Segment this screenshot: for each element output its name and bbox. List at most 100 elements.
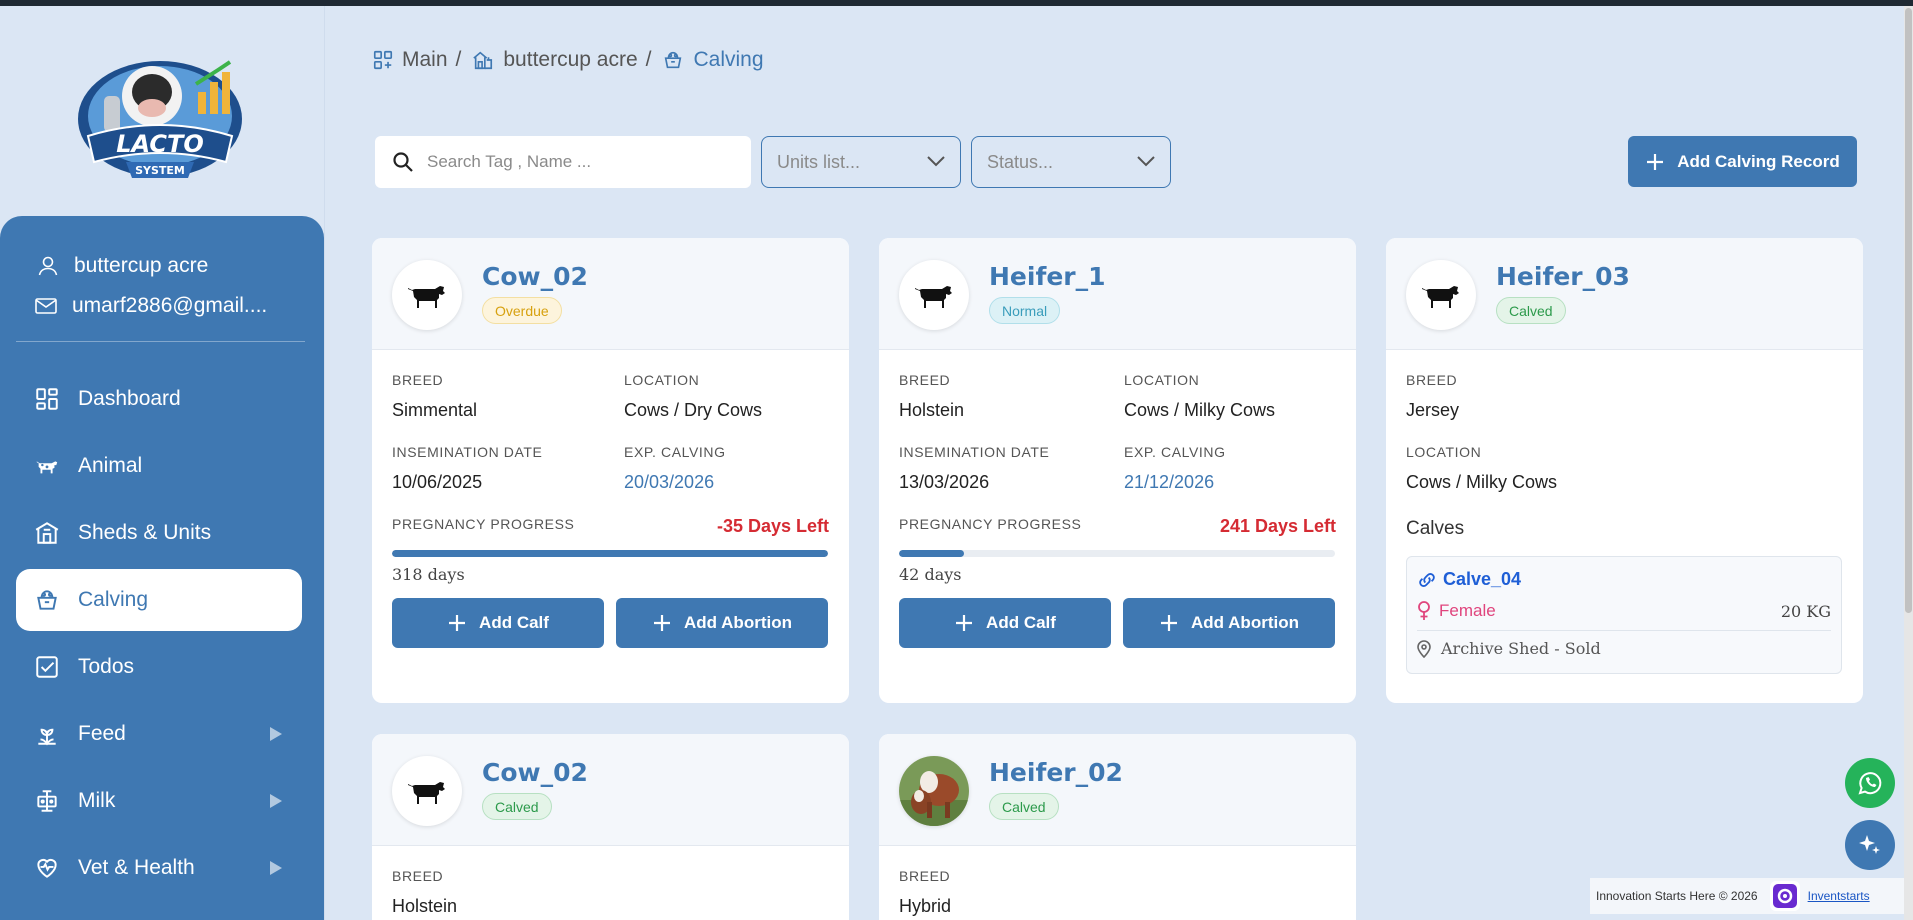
calf-sex-value: Female [1439, 601, 1496, 620]
cow-silhouette-icon [1422, 286, 1459, 308]
insemination-date-label: INSEMINATION DATE [392, 444, 543, 460]
location-value: Cows / Milky Cows [1124, 400, 1276, 420]
breed-value: Hybrid [899, 896, 952, 916]
female-icon [1418, 601, 1430, 620]
sidebar-item-calving[interactable]: Calving [16, 569, 302, 631]
sidebar-item-vet-health[interactable]: Vet & Health [16, 837, 302, 899]
user-divider [16, 341, 305, 342]
breed-label: BREED [899, 372, 951, 388]
cow-silhouette-icon [915, 286, 952, 308]
exp-calving-value: 20/03/2026 [624, 472, 715, 492]
expand-arrow-icon[interactable] [270, 861, 282, 875]
search-box[interactable] [375, 136, 751, 188]
breed-label: BREED [899, 868, 951, 884]
sidebar: LACTO SYSTEM buttercup acre umarf2886@gm… [0, 6, 324, 920]
inventstarts-logo-icon[interactable] [1769, 881, 1800, 911]
add-calf-button[interactable]: Add Calf [392, 598, 604, 648]
ai-assistant-button[interactable] [1845, 820, 1895, 870]
calving-icon [665, 51, 682, 69]
pregnancy-progress-bar [899, 550, 1335, 557]
add-calving-record-button[interactable]: Add Calving Record [1628, 136, 1857, 187]
plus-icon [1161, 615, 1178, 631]
exp-calving-value: 21/12/2026 [1124, 472, 1215, 492]
card-header: Cow_02 Overdue [372, 238, 849, 350]
animal-avatar[interactable] [392, 756, 462, 826]
animal-photo-avatar[interactable] [899, 756, 969, 826]
breed-label: BREED [392, 868, 444, 884]
sidebar-item-label: Feed [78, 722, 126, 745]
card-header: Cow_02 Calved [372, 734, 849, 846]
card-header: Heifer_03 Calved [1386, 238, 1863, 350]
animal-name[interactable]: Heifer_03 [1496, 262, 1630, 291]
days-left: 241 Days Left [1219, 516, 1336, 536]
status-badge: Calved [482, 793, 552, 820]
user-icon [38, 256, 58, 276]
breed-label: BREED [1406, 372, 1458, 388]
breadcrumb-main[interactable]: Main / [372, 48, 471, 72]
search-input[interactable] [427, 152, 727, 172]
animal-avatar[interactable] [899, 260, 969, 330]
animal-avatar[interactable] [392, 260, 462, 330]
days-elapsed: 318 days [392, 565, 465, 584]
exp-calving-label: EXP. CALVING [624, 444, 726, 460]
calf-item: Calve_04 Female 20 KG Archive Shed - Sol… [1406, 556, 1842, 674]
sidebar-item-todos[interactable]: Todos [16, 636, 302, 698]
animal-name[interactable]: Heifer_02 [989, 758, 1123, 787]
sidebar-panel: buttercup acre umarf2886@gmail.... Dashb… [0, 216, 324, 920]
sidebar-item-label: Sheds & Units [78, 521, 212, 544]
user-email-row: umarf2886@gmail.... [34, 294, 267, 318]
animal-avatar[interactable] [1406, 260, 1476, 330]
calf-name: Calve_04 [1443, 569, 1522, 589]
lacto-system-logo[interactable]: LACTO SYSTEM [70, 44, 250, 194]
calf-divider [1417, 630, 1831, 631]
sidebar-item-milk[interactable]: Milk [16, 770, 302, 832]
checkbox-icon [36, 656, 58, 678]
sidebar-item-sheds-units[interactable]: Sheds & Units [16, 502, 302, 564]
exp-calving-label: EXP. CALVING [1124, 444, 1226, 460]
calf-link[interactable]: Calve_04 [1417, 569, 1521, 590]
status-badge: Calved [989, 793, 1059, 820]
sidebar-item-label: Animal [78, 454, 143, 477]
sidebar-separator [324, 6, 325, 920]
feed-icon [38, 728, 56, 746]
card-header: Heifer_02 Calved [879, 734, 1356, 846]
mail-icon [35, 298, 57, 314]
breed-value: Holstein [899, 400, 965, 420]
button-label: Add Abortion [1191, 613, 1299, 632]
breadcrumb-separator: / [645, 48, 652, 71]
sidebar-item-feed[interactable]: Feed [16, 703, 302, 765]
expand-arrow-icon[interactable] [270, 794, 282, 808]
page-scrollbar-thumb[interactable] [1905, 8, 1912, 613]
sidebar-item-animal[interactable]: Animal [16, 435, 302, 497]
inventstarts-link[interactable]: Inventstarts [1808, 889, 1870, 903]
breadcrumb-farm[interactable]: buttercup acre / [471, 48, 661, 72]
chevron-down-icon [927, 156, 945, 167]
animal-name[interactable]: Heifer_1 [989, 262, 1106, 291]
add-abortion-button[interactable]: Add Abortion [616, 598, 828, 648]
units-select[interactable]: Units list... [761, 136, 961, 188]
plus-icon [956, 615, 973, 631]
svg-text:SYSTEM: SYSTEM [135, 164, 185, 177]
button-label: Add Abortion [684, 613, 792, 632]
insemination-date-value: 10/06/2025 [392, 472, 483, 492]
status-select[interactable]: Status... [971, 136, 1171, 188]
whatsapp-icon [1858, 772, 1882, 795]
animal-name[interactable]: Cow_02 [482, 758, 588, 787]
animal-name[interactable]: Cow_02 [482, 262, 588, 291]
expand-arrow-icon[interactable] [270, 727, 282, 741]
sidebar-item-dashboard[interactable]: Dashboard [16, 368, 302, 430]
breed-value: Holstein [392, 896, 458, 916]
calves-title: Calves [1406, 518, 1465, 539]
card-header: Heifer_1 Normal [879, 238, 1356, 350]
add-calf-button[interactable]: Add Calf [899, 598, 1111, 648]
whatsapp-button[interactable] [1845, 758, 1895, 808]
breadcrumb-calving: Calving [661, 48, 764, 72]
apps-icon [373, 50, 393, 70]
cow-icon [36, 461, 58, 474]
location-label: LOCATION [1406, 444, 1482, 460]
calf-sex: Female [1417, 601, 1496, 621]
cow-silhouette-icon [408, 286, 445, 308]
add-abortion-button[interactable]: Add Abortion [1123, 598, 1335, 648]
calving-card: Heifer_02 Calved BREED Hybrid [879, 734, 1356, 920]
breadcrumb-separator: / [455, 48, 462, 71]
